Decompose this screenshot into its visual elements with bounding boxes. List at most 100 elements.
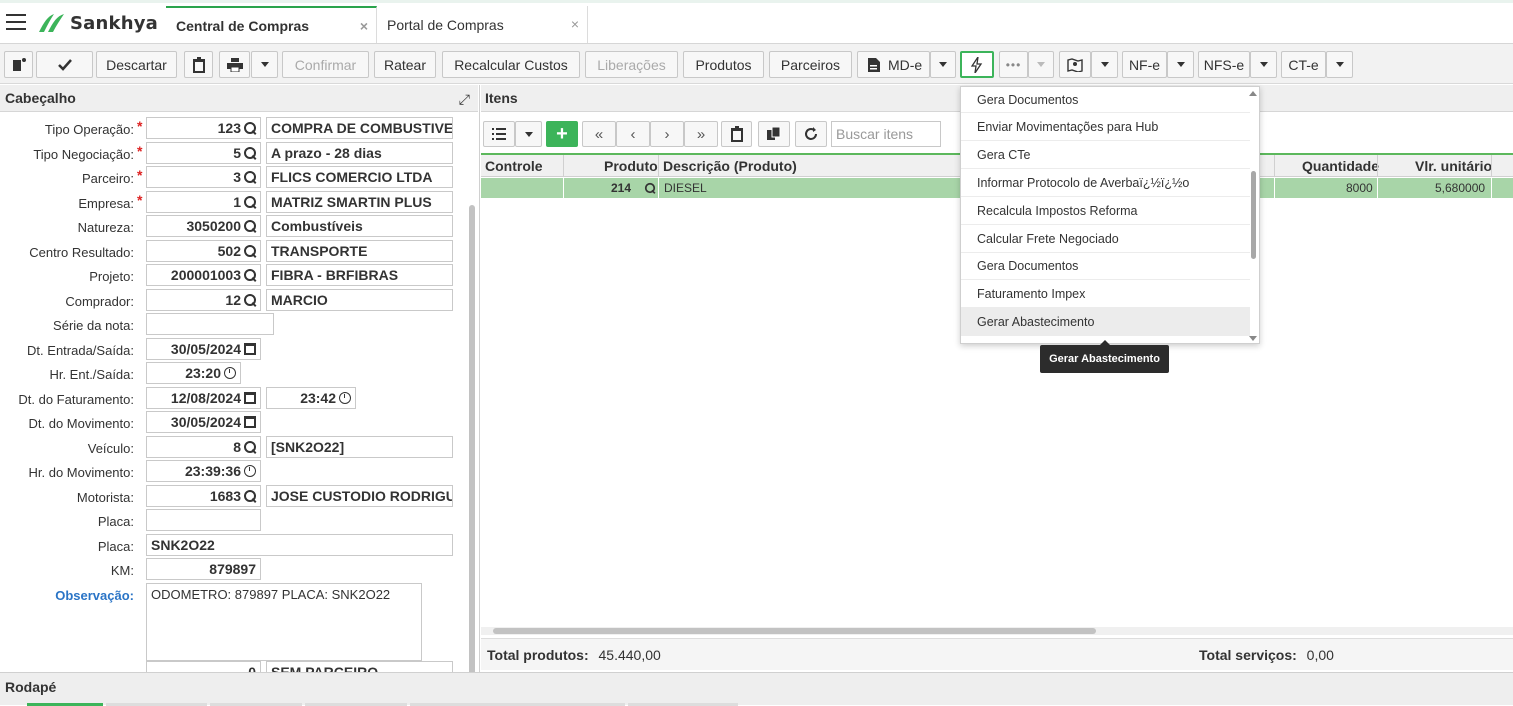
vertical-scrollbar[interactable] — [469, 205, 475, 685]
save-button[interactable] — [36, 51, 93, 78]
comprador-desc-field[interactable]: MARCIO — [266, 289, 453, 311]
menu-item[interactable]: Gera Documentos — [961, 87, 1250, 113]
natureza-desc-field[interactable]: Combustíveis — [266, 215, 453, 237]
mde-dropdown[interactable] — [930, 51, 956, 78]
scroll-down-icon[interactable] — [1249, 336, 1257, 341]
scroll-up-icon[interactable] — [1249, 91, 1257, 96]
menu-item[interactable]: Calcular Frete Negociado — [961, 225, 1250, 253]
copy-item-button[interactable] — [758, 121, 790, 147]
close-icon[interactable]: × — [360, 18, 368, 34]
observacao-label[interactable]: Observação: — [0, 588, 134, 603]
motorista-code-field[interactable]: 1683 — [146, 485, 261, 507]
placa-text-field[interactable]: SNK2O22 — [146, 534, 453, 556]
parceiro-desc-field[interactable]: FLICS COMERCIO LTDA — [266, 166, 453, 188]
projeto-desc-field[interactable]: FIBRA - BRFIBRAS — [266, 264, 453, 286]
menu-scrollbar-thumb[interactable] — [1251, 171, 1256, 259]
hr-movimento-field[interactable]: 23:39:36 — [146, 460, 261, 482]
tab-central-de-compras[interactable]: Central de Compras × — [166, 6, 377, 43]
next-record-button[interactable]: › — [650, 121, 684, 147]
dt-faturamento-field[interactable]: 12/08/2024 — [146, 387, 261, 409]
menu-item[interactable]: Gera CTe — [961, 141, 1250, 169]
search-icon[interactable] — [244, 245, 256, 257]
horizontal-scrollbar[interactable] — [481, 627, 1513, 635]
calendar-icon[interactable] — [244, 416, 256, 428]
tab-portal-de-compras[interactable]: Portal de Compras × — [377, 6, 588, 43]
cte-dropdown[interactable] — [1326, 51, 1353, 78]
recalcular-custos-button[interactable]: Recalcular Custos — [442, 51, 580, 78]
observacao-textarea[interactable]: ODOMETRO: 879897 PLACA: SNK2O22 — [146, 583, 422, 661]
search-icon[interactable] — [244, 147, 256, 159]
km-field[interactable]: 879897 — [146, 558, 261, 580]
scrollbar-thumb[interactable] — [493, 628, 1096, 634]
previous-record-button[interactable]: ‹ — [616, 121, 650, 147]
search-icon[interactable] — [644, 182, 656, 194]
actions-button[interactable] — [960, 51, 994, 78]
veiculo-code-field[interactable]: 8 — [146, 436, 261, 458]
column-header-descricao[interactable]: Descrição (Produto) — [663, 158, 797, 174]
search-icon[interactable] — [244, 196, 256, 208]
refresh-button[interactable] — [795, 121, 827, 147]
dt-entrada-field[interactable]: 30/05/2024 — [146, 338, 261, 360]
map-button[interactable] — [1059, 51, 1091, 78]
cte-button[interactable]: CT-e — [1281, 51, 1326, 78]
centro-resultado-code-field[interactable]: 502 — [146, 240, 261, 262]
clock-icon[interactable] — [339, 392, 351, 404]
placa-field[interactable] — [146, 509, 261, 531]
tipo-negociacao-code-field[interactable]: 5 — [146, 142, 261, 164]
centro-resultado-desc-field[interactable]: TRANSPORTE — [266, 240, 453, 262]
natureza-code-field[interactable]: 3050200 — [146, 215, 261, 237]
sankhya-logo[interactable]: Sankhya — [36, 10, 158, 36]
discard-button[interactable]: Descartar — [96, 51, 177, 78]
hr-ent-field[interactable]: 23:20 — [146, 362, 241, 384]
parceiro-code-field[interactable]: 3 — [146, 166, 261, 188]
delete-item-button[interactable] — [721, 121, 752, 147]
confirm-button[interactable]: Confirmar — [282, 51, 369, 78]
projeto-code-field[interactable]: 200001003 — [146, 264, 261, 286]
partial-code-field[interactable]: 0 — [146, 661, 261, 672]
delete-button[interactable] — [184, 51, 213, 78]
last-record-button[interactable]: » — [684, 121, 718, 147]
search-icon[interactable] — [244, 490, 256, 502]
nfse-button[interactable]: NFS-e — [1198, 51, 1250, 78]
print-options-dropdown[interactable] — [251, 51, 278, 78]
nfse-dropdown[interactable] — [1250, 51, 1277, 78]
empresa-code-field[interactable]: 1 — [146, 191, 261, 213]
list-view-button[interactable] — [483, 121, 515, 147]
new-document-button[interactable] — [4, 51, 33, 78]
menu-item[interactable]: Gera Documentos — [961, 252, 1250, 280]
ratear-button[interactable]: Ratear — [374, 51, 436, 78]
veiculo-desc-field[interactable]: [SNK2O22] — [266, 436, 453, 458]
empresa-desc-field[interactable]: MATRIZ SMARTIN PLUS — [266, 191, 453, 213]
search-icon[interactable] — [244, 441, 256, 453]
clock-icon[interactable] — [244, 465, 256, 477]
parceiros-button[interactable]: Parceiros — [769, 51, 852, 78]
hr-faturamento-field[interactable]: 23:42 — [266, 387, 356, 409]
search-icon[interactable] — [244, 122, 256, 134]
more-options-dropdown[interactable] — [1028, 51, 1054, 78]
nfe-button[interactable]: NF-e — [1122, 51, 1167, 78]
print-button[interactable] — [219, 51, 250, 78]
map-dropdown[interactable] — [1091, 51, 1118, 78]
produtos-button[interactable]: Produtos — [683, 51, 764, 78]
menu-item[interactable]: Enviar Movimentações para Hub — [961, 113, 1250, 141]
search-icon[interactable] — [244, 171, 256, 183]
tipo-negociacao-desc-field[interactable]: A prazo - 28 dias — [266, 142, 453, 164]
hamburger-menu-icon[interactable] — [6, 14, 26, 30]
search-icon[interactable] — [244, 220, 256, 232]
liberacoes-button[interactable]: Liberações — [585, 51, 678, 78]
add-item-button[interactable]: + — [546, 121, 578, 147]
motorista-desc-field[interactable]: JOSE CUSTODIO RODRIGUE — [266, 485, 453, 507]
clock-icon[interactable] — [224, 367, 236, 379]
menu-item[interactable]: Informar Protocolo de Averbaï¿½ï¿½o — [961, 169, 1250, 197]
more-options-button[interactable]: ••• — [999, 51, 1028, 78]
calendar-icon[interactable] — [244, 392, 256, 404]
tipo-operacao-desc-field[interactable]: COMPRA DE COMBUSTIVEL — [266, 117, 453, 139]
menu-item-gerar-abastecimento[interactable]: Gerar Abastecimento — [961, 308, 1250, 336]
calendar-icon[interactable] — [244, 343, 256, 355]
column-header-produto[interactable]: Produto — [604, 158, 658, 174]
menu-item[interactable]: Faturamento Impex — [961, 280, 1250, 308]
comprador-code-field[interactable]: 12 — [146, 289, 261, 311]
mde-button[interactable]: MD-e — [857, 51, 930, 78]
menu-item[interactable]: Recalcula Impostos Reforma — [961, 197, 1250, 225]
tipo-operacao-code-field[interactable]: 123 — [146, 117, 261, 139]
